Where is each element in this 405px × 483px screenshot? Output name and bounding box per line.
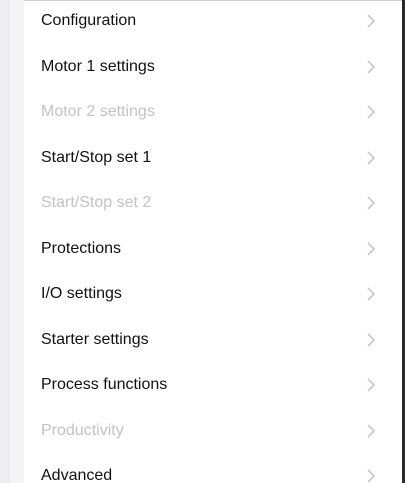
chevron-right-icon bbox=[365, 332, 377, 348]
chevron-right-icon bbox=[365, 423, 377, 439]
menu-item-label: Process functions bbox=[41, 375, 168, 393]
menu-item-label: Protections bbox=[41, 239, 122, 257]
chevron-right-icon bbox=[365, 13, 377, 29]
chevron-right-icon bbox=[365, 104, 377, 120]
settings-screen: Configuration Motor 1 settings Motor 2 s… bbox=[0, 0, 405, 483]
menu-item-label: Motor 1 settings bbox=[41, 57, 155, 75]
settings-menu: Configuration Motor 1 settings Motor 2 s… bbox=[24, 0, 402, 483]
menu-item-starter-settings[interactable]: Starter settings bbox=[24, 317, 402, 362]
menu-item-advanced[interactable]: Advanced bbox=[24, 453, 402, 483]
chevron-right-icon bbox=[365, 195, 377, 211]
menu-item-label: Advanced bbox=[41, 466, 113, 483]
menu-item-label: Start/Stop set 2 bbox=[41, 193, 152, 211]
chevron-right-icon bbox=[365, 150, 377, 166]
chevron-right-icon bbox=[365, 286, 377, 302]
chevron-right-icon bbox=[365, 377, 377, 393]
menu-item-protections[interactable]: Protections bbox=[24, 226, 402, 271]
menu-item-configuration[interactable]: Configuration bbox=[24, 0, 402, 43]
left-gutter bbox=[0, 0, 10, 483]
menu-item-productivity[interactable]: Productivity bbox=[24, 408, 402, 453]
menu-item-label: Starter settings bbox=[41, 330, 149, 348]
menu-item-motor-1-settings[interactable]: Motor 1 settings bbox=[24, 44, 402, 89]
chevron-right-icon bbox=[365, 59, 377, 75]
menu-item-motor-2-settings[interactable]: Motor 2 settings bbox=[24, 89, 402, 134]
menu-item-label: Start/Stop set 1 bbox=[41, 148, 152, 166]
chevron-right-icon bbox=[365, 241, 377, 257]
menu-item-label: Productivity bbox=[41, 421, 124, 439]
menu-item-process-functions[interactable]: Process functions bbox=[24, 362, 402, 407]
menu-item-label: I/O settings bbox=[41, 284, 122, 302]
menu-item-label: Configuration bbox=[41, 11, 137, 29]
menu-item-io-settings[interactable]: I/O settings bbox=[24, 271, 402, 316]
left-border bbox=[10, 0, 24, 483]
menu-item-start-stop-set-2[interactable]: Start/Stop set 2 bbox=[24, 180, 402, 225]
menu-item-start-stop-set-1[interactable]: Start/Stop set 1 bbox=[24, 135, 402, 180]
chevron-right-icon bbox=[365, 468, 377, 483]
menu-item-label: Motor 2 settings bbox=[41, 102, 155, 120]
